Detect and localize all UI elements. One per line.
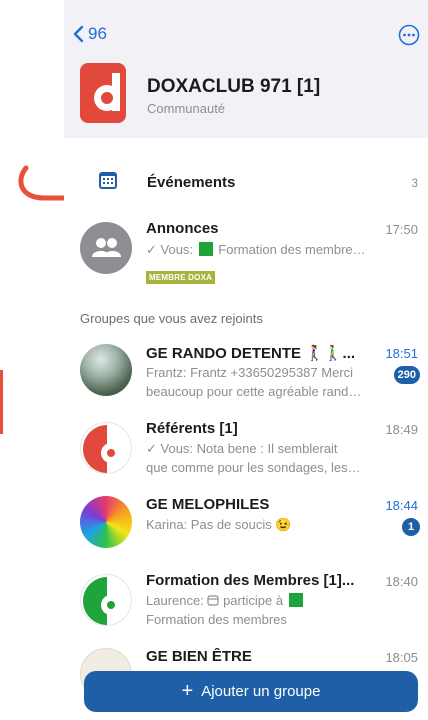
chat-preview-line1: Laurence: participe à: [146, 591, 390, 610]
community-title: DOXACLUB 971 [1]: [147, 76, 321, 97]
chat-preview-line2: que comme pour les sondages, les…: [146, 460, 361, 475]
chat-time: 18:49: [385, 422, 418, 437]
unread-badge: 290: [393, 366, 420, 384]
chat-avatar: [80, 422, 132, 474]
unread-badge: 1: [402, 518, 420, 536]
chat-time: 18:44: [385, 498, 418, 513]
chat-avatar: [80, 496, 132, 548]
back-chevron-icon: [73, 25, 84, 43]
green-square-icon: [198, 242, 213, 256]
edge-marker: [0, 370, 3, 434]
back-count: 96: [88, 24, 107, 43]
events-label: Événements: [147, 174, 236, 191]
chat-preview-line2: Formation des membres: [146, 612, 287, 627]
back-button[interactable]: 96: [72, 24, 107, 44]
community-header: 96 DOXACLUB 971 [1] Communauté: [64, 0, 428, 138]
group-icon: [92, 238, 121, 257]
chat-row[interactable]: GE RANDO DETENTE 🚶‍♀️🚶‍♂️... 18:51 Frant…: [64, 340, 428, 406]
add-group-label: Ajouter un groupe: [201, 683, 321, 700]
section-label: Groupes que vous avez rejoints: [80, 311, 263, 326]
community-logo: [80, 63, 126, 123]
chat-time: 17:50: [385, 222, 418, 237]
add-group-button[interactable]: + Ajouter un groupe: [84, 671, 418, 712]
more-icon[interactable]: [398, 24, 420, 46]
events-row[interactable]: Événements 3: [64, 160, 428, 204]
chat-time: 18:51: [385, 346, 418, 361]
chat-preview-line1: ✓ Vous: Nota bene : Il semblerait: [146, 441, 338, 456]
chat-time: 18:40: [385, 574, 418, 589]
chat-name: Référents [1]: [146, 420, 238, 437]
events-count: 3: [411, 176, 418, 190]
chat-name: GE MELOPHILES: [146, 496, 270, 513]
chat-time: 18:05: [385, 650, 418, 665]
doxa-logo-icon: [83, 577, 122, 625]
community-subtitle: Communauté: [147, 101, 226, 116]
chat-avatar: [80, 574, 132, 626]
chat-preview: ✓ Vous: Formation des membre…: [146, 242, 366, 257]
calendar-icon: [99, 172, 117, 189]
chat-name: GE RANDO DETENTE 🚶‍♀️🚶‍♂️...: [146, 345, 356, 362]
calendar-icon: [207, 595, 220, 606]
chat-panel: 96 DOXACLUB 971 [1] Communauté Événement…: [64, 0, 428, 720]
group-avatar: [80, 222, 132, 274]
chat-row[interactable]: GE MELOPHILES 18:44 Karina: Pas de souci…: [64, 492, 428, 558]
chat-name: GE BIEN ÊTRE: [146, 648, 252, 665]
chat-row[interactable]: GE BIEN ÊTRE 18:05: [64, 644, 428, 700]
chat-preview-line1: Karina: Pas de soucis 😉: [146, 517, 292, 532]
member-tag: MEMBRE DOXA: [146, 271, 216, 284]
chat-preview-line2: beaucoup pour cette agréable rand…: [146, 384, 362, 399]
green-square-icon: [288, 593, 303, 607]
chat-row[interactable]: Formation des Membres [1]... 18:40 Laure…: [64, 568, 428, 634]
chat-name: Annonces: [146, 220, 219, 237]
doxa-logo-icon: [83, 425, 122, 473]
plus-icon: +: [181, 680, 194, 702]
chat-name: Formation des Membres [1]...: [146, 572, 355, 589]
chat-avatar: [80, 344, 132, 396]
announcements-row[interactable]: Annonces 17:50 ✓ Vous: Formation des mem…: [64, 216, 428, 286]
chat-row[interactable]: Référents [1] 18:49 ✓ Vous: Nota bene : …: [64, 416, 428, 482]
chat-preview-line1: Frantz: Frantz +33650295387 Merci: [146, 365, 354, 380]
